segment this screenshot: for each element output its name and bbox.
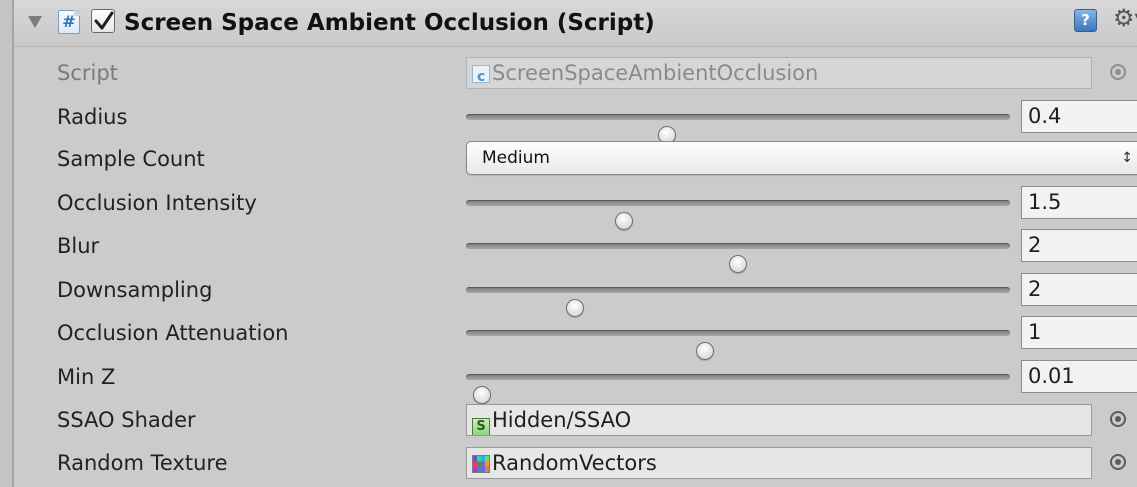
help-icon[interactable]: ? (1074, 9, 1097, 32)
occlusion-intensity-value-field[interactable]: 1.5 (1021, 186, 1137, 219)
radius-label: Radius (57, 105, 128, 129)
dropdown-arrows-icon: ↕ (1121, 150, 1133, 166)
radius-row: Radius 0.4 (14, 95, 1137, 144)
foldout-arrow-icon[interactable] (28, 16, 42, 28)
csharp-script-icon (472, 62, 490, 88)
component-header[interactable]: # Screen Space Ambient Occlusion (Script… (14, 0, 1137, 47)
gear-icon[interactable]: ⚙▾ (1113, 4, 1137, 32)
random-texture-object-name: RandomVectors (492, 451, 657, 475)
blur-row: Blur 2 (14, 224, 1137, 273)
sample-count-selected-value: Medium (482, 148, 550, 168)
sample-count-dropdown[interactable]: Medium ↕ (466, 141, 1137, 175)
occlusion-attenuation-value-field[interactable]: 1 (1021, 316, 1137, 349)
object-picker-icon (1110, 64, 1126, 80)
random-texture-row: Random Texture RandomVectors (14, 441, 1137, 485)
csharp-script-icon: # (58, 10, 80, 34)
downsampling-row: Downsampling 2 (14, 268, 1137, 317)
ssao-shader-object-name: Hidden/SSAO (492, 408, 632, 432)
script-object-name: ScreenSpaceAmbientOcclusion (492, 61, 819, 85)
occlusion-intensity-label: Occlusion Intensity (57, 191, 257, 215)
min-z-value-field[interactable]: 0.01 (1021, 360, 1137, 393)
occlusion-intensity-row: Occlusion Intensity 1.5 (14, 181, 1137, 230)
min-z-label: Min Z (57, 365, 116, 389)
texture-icon (472, 455, 490, 473)
component-title: Screen Space Ambient Occlusion (Script) (124, 10, 655, 36)
checkmark-icon (94, 11, 114, 30)
occlusion-intensity-slider[interactable] (466, 200, 1010, 230)
min-z-row: Min Z 0.01 (14, 355, 1137, 404)
ssao-shader-label: SSAO Shader (57, 408, 196, 432)
occlusion-attenuation-row: Occlusion Attenuation 1 (14, 311, 1137, 360)
radius-slider[interactable] (466, 114, 1010, 144)
object-picker-icon[interactable] (1110, 454, 1126, 470)
downsampling-label: Downsampling (57, 278, 213, 302)
component-enabled-checkbox[interactable] (91, 9, 115, 33)
sample-count-label: Sample Count (57, 147, 205, 171)
inspector-left-rule (0, 0, 14, 487)
blur-slider[interactable] (466, 243, 1010, 273)
downsampling-slider[interactable] (466, 287, 1010, 317)
min-z-slider[interactable] (466, 374, 1010, 404)
script-row: Script ScreenSpaceAmbientOcclusion (14, 51, 1137, 95)
sample-count-row: Sample Count Medium ↕ (14, 137, 1137, 181)
downsampling-value-field[interactable]: 2 (1021, 273, 1137, 306)
blur-value-field[interactable]: 2 (1021, 229, 1137, 262)
shader-icon: S (472, 418, 490, 435)
ssao-shader-row: SSAO Shader S Hidden/SSAO (14, 398, 1137, 442)
random-texture-label: Random Texture (57, 451, 228, 475)
radius-value-field[interactable]: 0.4 (1021, 100, 1137, 133)
ssao-shader-object-field[interactable]: S Hidden/SSAO (466, 404, 1092, 436)
occlusion-attenuation-slider[interactable] (466, 330, 1010, 360)
random-texture-object-field[interactable]: RandomVectors (466, 447, 1092, 479)
occlusion-attenuation-label: Occlusion Attenuation (57, 321, 289, 345)
object-picker-icon[interactable] (1110, 411, 1126, 427)
script-label: Script (57, 61, 118, 85)
blur-label: Blur (57, 234, 100, 258)
script-object-field: ScreenSpaceAmbientOcclusion (466, 57, 1092, 89)
